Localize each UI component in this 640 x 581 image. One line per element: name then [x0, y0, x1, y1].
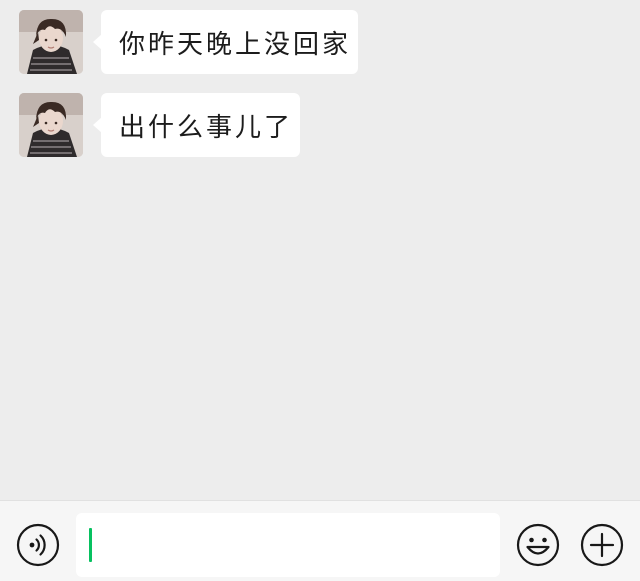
text-caret [89, 528, 92, 562]
message-row: 你昨天晚上没回家 [0, 9, 640, 75]
message-row: 出什么事儿了 [0, 92, 640, 158]
emoji-icon[interactable] [516, 523, 560, 567]
message-input[interactable] [76, 513, 500, 577]
message-bubble[interactable]: 出什么事儿了 [93, 93, 300, 157]
plus-circle-icon[interactable] [580, 523, 624, 567]
voice-icon[interactable] [16, 523, 60, 567]
chat-message-area[interactable]: 你昨天晚上没回家 出什么事儿了 [0, 0, 640, 500]
contact-avatar[interactable] [19, 93, 83, 157]
message-bubble[interactable]: 你昨天晚上没回家 [93, 10, 358, 74]
contact-avatar[interactable] [19, 10, 83, 74]
chat-input-bar [0, 500, 640, 581]
